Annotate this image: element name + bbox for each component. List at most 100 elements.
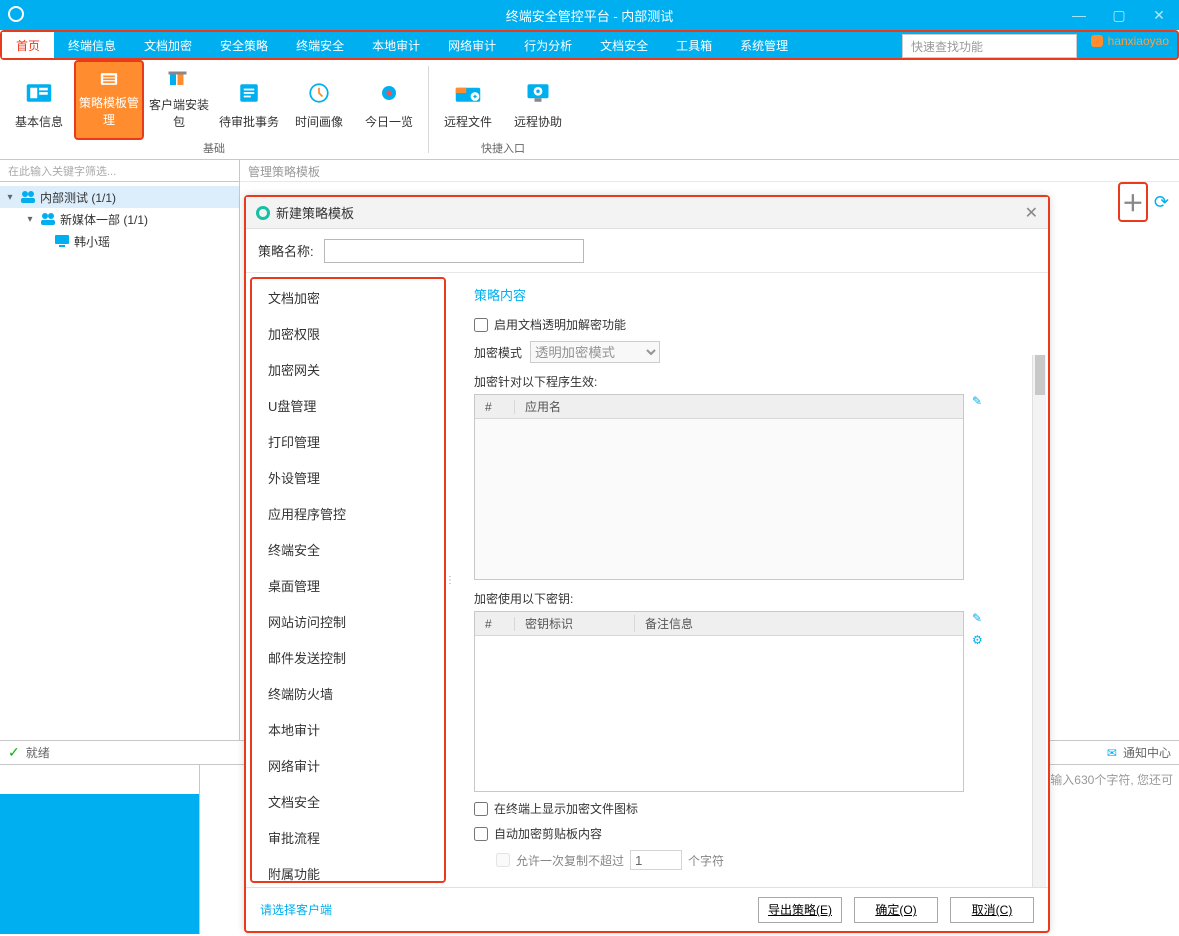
ribbon-remote-assist[interactable]: 远程协助 bbox=[503, 60, 573, 140]
th-keyid: 密钥标识 bbox=[515, 615, 635, 632]
cancel-button[interactable]: 取消(C) bbox=[950, 897, 1034, 923]
menu-sysadmin[interactable]: 系统管理 bbox=[726, 32, 802, 58]
minimize-icon[interactable]: — bbox=[1059, 0, 1099, 30]
nav-approval[interactable]: 审批流程 bbox=[252, 819, 444, 855]
menu-security-policy[interactable]: 安全策略 bbox=[206, 32, 282, 58]
menu-doc-encrypt[interactable]: 文档加密 bbox=[130, 32, 206, 58]
policy-category-nav: 文档加密 加密权限 加密网关 U盘管理 打印管理 外设管理 应用程序管控 终端安… bbox=[250, 277, 446, 883]
collapse-icon[interactable]: ▾ bbox=[4, 192, 16, 203]
tree-dept-label: 新媒体一部 (1/1) bbox=[60, 211, 148, 228]
ribbon-remote-file[interactable]: 远程文件 bbox=[433, 60, 503, 140]
copy-limit-checkbox[interactable] bbox=[496, 853, 510, 867]
nav-mail-control[interactable]: 邮件发送控制 bbox=[252, 639, 444, 675]
ribbon-today-label: 今日一览 bbox=[365, 113, 413, 130]
ribbon-group1-label: 基础 bbox=[203, 140, 225, 158]
status-text: 就绪 bbox=[26, 744, 50, 761]
tree-user-label: 韩小瑶 bbox=[74, 233, 110, 250]
bottom-left-pane bbox=[0, 765, 200, 934]
ribbon-installer-label: 客户端安装包 bbox=[146, 96, 212, 130]
add-button[interactable]: ＋ bbox=[1122, 186, 1144, 218]
ribbon-pending[interactable]: 待审批事务 bbox=[214, 60, 284, 140]
check-icon: ✓ bbox=[8, 744, 20, 761]
ribbon-installer[interactable]: 客户端安装包 bbox=[144, 60, 214, 140]
nav-local-audit[interactable]: 本地审计 bbox=[252, 711, 444, 747]
nav-desktop[interactable]: 桌面管理 bbox=[252, 567, 444, 603]
export-policy-button[interactable]: 导出策略(E) bbox=[758, 897, 842, 923]
nav-doc-encrypt[interactable]: 文档加密 bbox=[252, 279, 444, 315]
ribbon-timeline-label: 时间画像 bbox=[295, 113, 343, 130]
menu-net-audit[interactable]: 网络审计 bbox=[434, 32, 510, 58]
show-icon-checkbox[interactable] bbox=[474, 802, 488, 816]
nav-net-audit[interactable]: 网络审计 bbox=[252, 747, 444, 783]
nav-web-control[interactable]: 网站访问控制 bbox=[252, 603, 444, 639]
top-search-input[interactable]: 快速查找功能 bbox=[902, 34, 1077, 58]
nav-other[interactable]: 附属功能 bbox=[252, 855, 444, 883]
dialog-header: 新建策略模板 ✕ bbox=[246, 197, 1048, 229]
tree-root[interactable]: ▾ 内部测试 (1/1) bbox=[0, 186, 239, 208]
users-icon bbox=[40, 211, 56, 227]
process-table: # 应用名 bbox=[474, 394, 964, 580]
clipboard-checkbox[interactable] bbox=[474, 827, 488, 841]
tree-panel: 在此输入关键字筛选... ▾ 内部测试 (1/1) ▾ 新媒体一部 (1/1) … bbox=[0, 160, 240, 740]
nav-peripheral[interactable]: 外设管理 bbox=[252, 459, 444, 495]
user-menu[interactable]: hanxiaoyao bbox=[1091, 34, 1169, 48]
refresh-button[interactable]: ⟳ bbox=[1154, 192, 1169, 213]
proc-label: 加密针对以下程序生效: bbox=[474, 373, 1032, 390]
nav-doc-security[interactable]: 文档安全 bbox=[252, 783, 444, 819]
menu-local-audit[interactable]: 本地审计 bbox=[358, 32, 434, 58]
nav-print[interactable]: 打印管理 bbox=[252, 423, 444, 459]
tree-search-input[interactable]: 在此输入关键字筛选... bbox=[0, 160, 239, 182]
menu-toolbox[interactable]: 工具箱 bbox=[662, 32, 726, 58]
key-table: # 密钥标识 备注信息 bbox=[474, 611, 964, 792]
policy-name-label: 策略名称: bbox=[258, 241, 314, 260]
mode-select[interactable]: 透明加密模式 bbox=[530, 341, 660, 363]
nav-usb[interactable]: U盘管理 bbox=[252, 387, 444, 423]
edit-key-button[interactable]: ✎ bbox=[972, 611, 983, 625]
ribbon-policy-template-label: 策略模板管理 bbox=[78, 94, 140, 128]
ribbon-group2-label: 快捷入口 bbox=[481, 140, 525, 158]
nav-encrypt-perm[interactable]: 加密权限 bbox=[252, 315, 444, 351]
ok-button[interactable]: 确定(O) bbox=[854, 897, 938, 923]
nav-terminal-security[interactable]: 终端安全 bbox=[252, 531, 444, 567]
th-remark: 备注信息 bbox=[635, 615, 963, 632]
ribbon-basic-info-label: 基本信息 bbox=[15, 113, 63, 130]
close-icon[interactable]: ✕ bbox=[1139, 0, 1179, 30]
ribbon-remote-file-label: 远程文件 bbox=[444, 113, 492, 130]
user-icon bbox=[1091, 35, 1103, 47]
maximize-icon[interactable]: ▢ bbox=[1099, 0, 1139, 30]
policy-name-input[interactable] bbox=[324, 239, 584, 263]
menu-behavior[interactable]: 行为分析 bbox=[510, 32, 586, 58]
ribbon-timeline[interactable]: 时间画像 bbox=[284, 60, 354, 140]
copy-limit-input[interactable] bbox=[630, 850, 682, 870]
enable-encrypt-checkbox[interactable] bbox=[474, 318, 488, 332]
dialog-title: 新建策略模板 bbox=[276, 203, 354, 222]
menu-doc-security[interactable]: 文档安全 bbox=[586, 32, 662, 58]
ribbon: 基本信息 策略模板管理 客户端安装包 待审批事务 时间画像 今日一览 基础 远程… bbox=[0, 60, 1179, 160]
scrollbar[interactable] bbox=[1032, 355, 1046, 887]
tree-user[interactable]: 韩小瑶 bbox=[0, 230, 239, 252]
ribbon-policy-template[interactable]: 策略模板管理 bbox=[74, 60, 144, 140]
notification-center[interactable]: ✉ 通知中心 bbox=[1107, 744, 1171, 761]
dialog-close-button[interactable]: ✕ bbox=[1025, 203, 1038, 223]
edit-process-button[interactable]: ✎ bbox=[972, 394, 982, 408]
users-icon bbox=[20, 189, 36, 205]
tree-dept[interactable]: ▾ 新媒体一部 (1/1) bbox=[0, 208, 239, 230]
nav-encrypt-gateway[interactable]: 加密网关 bbox=[252, 351, 444, 387]
key-label: 加密使用以下密钥: bbox=[474, 590, 1032, 607]
ribbon-pending-label: 待审批事务 bbox=[219, 113, 279, 130]
menu-terminal-info[interactable]: 终端信息 bbox=[54, 32, 130, 58]
new-policy-dialog: 新建策略模板 ✕ 策略名称: 文档加密 加密权限 加密网关 U盘管理 打印管理 … bbox=[244, 195, 1050, 933]
ribbon-remote-assist-label: 远程协助 bbox=[514, 113, 562, 130]
notif-label: 通知中心 bbox=[1123, 744, 1171, 761]
nav-firewall[interactable]: 终端防火墙 bbox=[252, 675, 444, 711]
menu-home[interactable]: 首页 bbox=[2, 32, 54, 58]
choose-client-link[interactable]: 请选择客户端 bbox=[260, 901, 332, 918]
dialog-icon bbox=[256, 206, 270, 220]
menu-terminal-security[interactable]: 终端安全 bbox=[282, 32, 358, 58]
collapse-icon[interactable]: ▾ bbox=[24, 214, 36, 225]
key-settings-button[interactable]: ⚙ bbox=[972, 633, 983, 647]
ribbon-basic-info[interactable]: 基本信息 bbox=[4, 60, 74, 140]
nav-app-control[interactable]: 应用程序管控 bbox=[252, 495, 444, 531]
ribbon-today[interactable]: 今日一览 bbox=[354, 60, 424, 140]
monitor-icon bbox=[54, 233, 70, 249]
